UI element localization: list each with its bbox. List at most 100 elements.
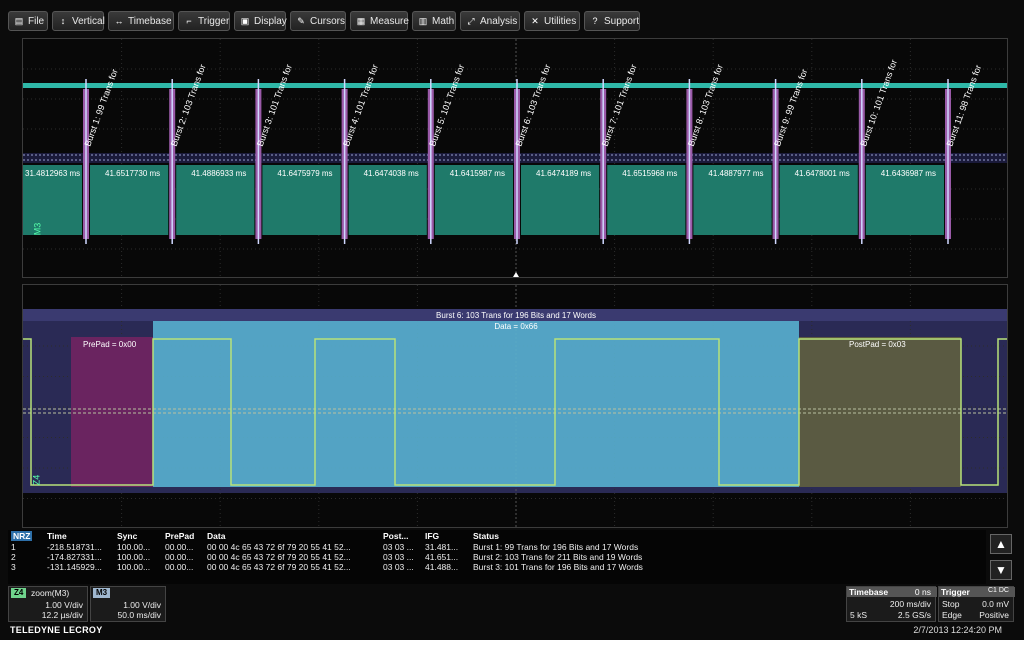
z4-vdiv: 1.00 V/div (45, 600, 83, 610)
table-cell-idx: 1 (11, 542, 16, 552)
z4-descriptor-box[interactable]: Z4 zoom(M3) 1.00 V/div 12.2 µs/div (8, 586, 88, 622)
lower-channel-label[interactable]: Z4 (31, 475, 41, 486)
menu-bar: ▤ File ↕ Vertical ↔ Timebase ⌐ Trigger ▣ Display ✎… (0, 10, 1024, 34)
table-cell-prepad: 00.00... (165, 542, 194, 552)
menu-cursors-button[interactable]: ✎ Cursors (290, 11, 346, 31)
col-header-status[interactable]: Status (470, 530, 986, 542)
display-icon: ▣ (240, 16, 250, 26)
table-cell-status: Burst 1: 99 Trans for 196 Bits and 17 Wo… (473, 542, 639, 552)
menu-utilities-button[interactable]: ✕ Utilities (524, 11, 580, 31)
menu-display-label: Display (254, 16, 287, 27)
col-header-post[interactable]: Post... (380, 530, 422, 542)
table-row[interactable]: 1 -218.518731... 100.00... 00.00... 00 00 4c… (8, 542, 986, 552)
table-cell-time: -131.145929... (47, 562, 102, 572)
m3-tdiv: 50.0 ms/div (117, 610, 161, 620)
scroll-up-button[interactable]: ▲ (990, 534, 1012, 554)
upper-waveform-grid[interactable]: 31.4812963 ms 41.6517730 ms 41.4886933 ms 4… (22, 38, 1008, 278)
menu-trigger-button[interactable]: ⌐ Trigger (178, 11, 230, 31)
table-cell-status: Burst 2: 103 Trans for 211 Bits and 19 W… (473, 552, 643, 562)
table-cell-prepad: 00.00... (165, 562, 194, 572)
table-cell-sync: 100.00... (117, 562, 151, 572)
menu-vertical-button[interactable]: ↕ Vertical (52, 11, 105, 31)
ifg-label: 41.6478001 ms (795, 169, 850, 178)
menu-measure-button[interactable]: ▦ Measure (350, 11, 409, 31)
table-cell-sync: 100.00... (117, 542, 151, 552)
lower-waveform-plot: Burst 6: 103 Trans for 196 Bits and 17 W… (23, 285, 1007, 527)
menu-measure-label: Measure (370, 16, 409, 27)
trigger-position-icon[interactable] (513, 272, 519, 277)
ifg-label: 41.6515968 ms (622, 169, 677, 178)
menu-timebase-label: Timebase (128, 16, 172, 27)
nrz-tag[interactable]: NRZ (11, 531, 33, 541)
menu-vertical-label: Vertical (72, 16, 105, 27)
table-cell-sync: 100.00... (117, 552, 151, 562)
table-cell-status: Burst 3: 101 Trans for 196 Bits and 17 W… (473, 562, 643, 572)
m3-descriptor-box[interactable]: M3 1.00 V/div 50.0 ms/div (90, 586, 166, 622)
col-header-ifg[interactable]: IFG (422, 530, 470, 542)
ifg-label: 41.6475979 ms (277, 169, 332, 178)
postpad-region (799, 337, 961, 487)
datetime-display: 2/7/2013 12:24:20 PM (913, 625, 1002, 635)
table-row[interactable]: 3 -131.145929... 100.00... 00.00... 00 00 4c… (8, 562, 986, 572)
trigger-descriptor-box[interactable]: Trigger C1 DC Stop 0.0 mV Edge Positive (938, 586, 1015, 622)
menu-display-button[interactable]: ▣ Display (234, 11, 287, 31)
timebase-tdiv: 200 ms/div (889, 599, 931, 609)
col-header-prepad[interactable]: PrePad (162, 530, 204, 542)
z4-tag: Z4 (11, 588, 27, 598)
scroll-down-button[interactable]: ▼ (990, 560, 1012, 580)
trigger-source-icons: C1 DC (987, 587, 1009, 594)
table-cell-ifg: 41.488... (425, 562, 459, 572)
table-cell-prepad: 00.00... (165, 552, 194, 562)
menu-timebase-button[interactable]: ↔ Timebase (108, 11, 174, 31)
menu-analysis-label: Analysis (480, 16, 518, 27)
table-cell-time: -174.827331... (47, 552, 102, 562)
table-row[interactable]: 2 -174.827331... 100.00... 00.00... 00 00 4c… (8, 552, 986, 562)
upper-waveform-plot: 31.4812963 ms 41.6517730 ms 41.4886933 ms 4… (23, 39, 1007, 277)
m3-vdiv: 1.00 V/div (123, 600, 161, 610)
table-cell-idx: 3 (11, 562, 16, 572)
ifg-label: 41.4886933 ms (191, 169, 246, 178)
table-cell-data: 00 00 4c 65 43 72 6f 79 20 55 41 52... (207, 552, 351, 562)
postpad-label: PostPad = 0x03 (849, 340, 906, 349)
data-label: Data = 0x66 (494, 322, 538, 331)
table-cell-ifg: 31.481... (425, 542, 459, 552)
vertical-icon: ↕ (60, 16, 66, 26)
menu-support-label: Support (604, 16, 640, 27)
timebase-descriptor-box[interactable]: Timebase 0 ns 200 ms/div 5 kS 2.5 GS/s (846, 586, 937, 622)
trigger-stop: Stop (942, 599, 960, 609)
burst-header-label: Burst 6: 103 Trans for 196 Bits and 17 W… (436, 311, 596, 320)
trigger-level: 0.0 mV (982, 599, 1009, 609)
menu-utilities-label: Utilities (544, 16, 577, 27)
menu-file-button[interactable]: ▤ File (8, 11, 48, 31)
ifg-label: 41.4887977 ms (708, 169, 763, 178)
ifg-label: 41.6415987 ms (450, 169, 505, 178)
menu-trigger-label: Trigger (198, 16, 230, 27)
menu-analysis-button[interactable]: ⤢ Analysis (460, 11, 520, 31)
lower-waveform-grid[interactable]: Burst 6: 103 Trans for 196 Bits and 17 W… (22, 284, 1008, 528)
m3-tag: M3 (93, 588, 111, 598)
menu-support-button[interactable]: ? Support (584, 11, 640, 31)
utilities-icon: ✕ (531, 16, 539, 26)
decode-table[interactable]: NRZ Time Sync PrePad Data Post... IFG St… (8, 530, 986, 584)
ifg-label: 41.6474038 ms (364, 169, 419, 178)
table-cell-data: 00 00 4c 65 43 72 6f 79 20 55 41 52... (207, 562, 351, 572)
timebase-samples: 5 kS (850, 610, 868, 620)
timebase-rate: 2.5 GS/s (897, 610, 931, 620)
brand-logo: TELEDYNE LECROY (10, 625, 103, 635)
prepad-label: PrePad = 0x00 (83, 340, 137, 349)
menu-math-button[interactable]: ▥ Math (412, 11, 456, 31)
table-cell-post: 03 03 ... (383, 562, 414, 572)
arrow-up-icon: ▲ (995, 537, 1007, 551)
ifg-label: 31.4812963 ms (25, 169, 80, 178)
upper-channel-label[interactable]: M3 (32, 223, 42, 236)
z4-tdiv: 12.2 µs/div (41, 610, 83, 620)
col-header-sync[interactable]: Sync (114, 530, 162, 542)
col-header-time[interactable]: Time (44, 530, 114, 542)
table-cell-time: -218.518731... (47, 542, 102, 552)
trigger-slope: Positive (979, 610, 1009, 620)
col-header-data[interactable]: Data (204, 530, 380, 542)
table-header-row: NRZ Time Sync PrePad Data Post... IFG St… (8, 530, 986, 542)
menu-file-label: File (28, 16, 45, 27)
analysis-icon: ⤢ (467, 16, 475, 26)
table-cell-idx: 2 (11, 552, 16, 562)
